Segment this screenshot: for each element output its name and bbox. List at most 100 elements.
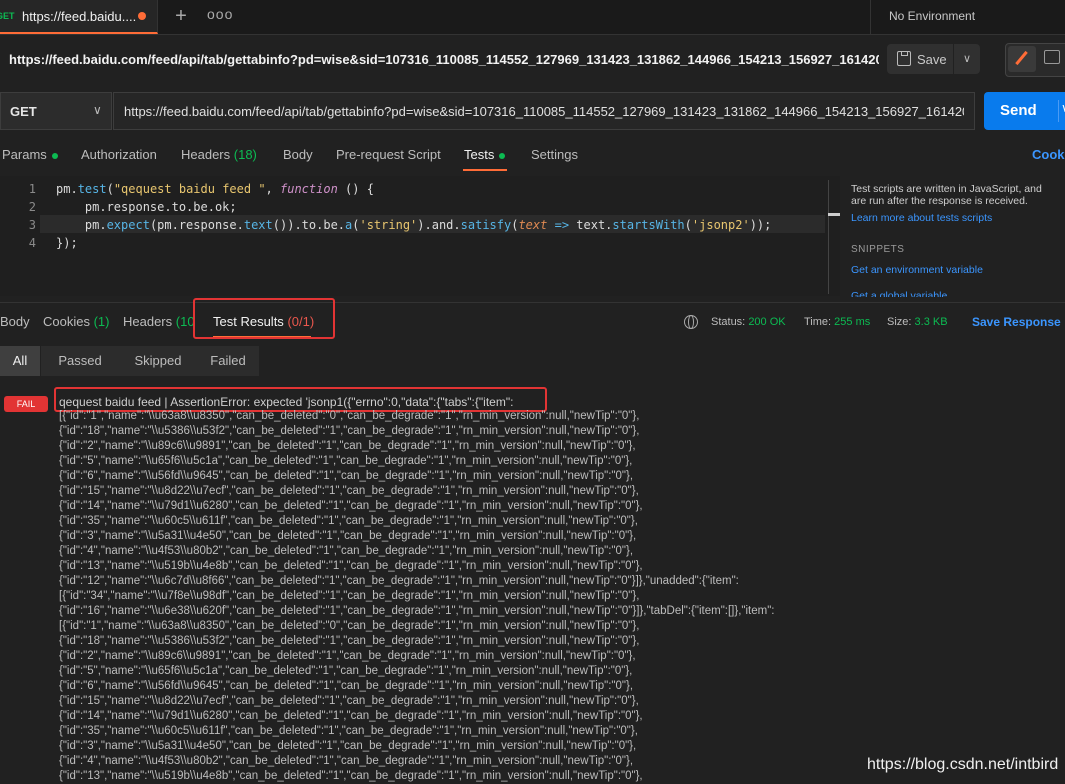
save-icon [897, 51, 911, 66]
tab-tests-label: Tests [464, 147, 495, 162]
annotation-highlight-box [193, 298, 335, 339]
tab-params[interactable]: Params [2, 147, 58, 162]
editor-scrollbar[interactable] [828, 180, 829, 294]
request-name[interactable]: https://feed.baidu.com/feed/api/tab/gett… [9, 52, 879, 67]
res-tab-body[interactable]: Body [0, 314, 30, 329]
status-info: Status: 200 OK [711, 316, 786, 328]
save-response-button[interactable]: Save Response [972, 315, 1061, 329]
assertion-line: {"id":"35","name":"\\u60c5\\u611f","can_… [59, 725, 638, 737]
assertion-line: {"id":"15","name":"\\u8d22\\u7ecf","can_… [59, 485, 639, 497]
active-tab-indicator [463, 169, 507, 171]
new-tab-button[interactable]: + [168, 4, 194, 28]
assertion-line: {"id":"6","name":"\\u56fd\\u9645","can_b… [59, 680, 634, 692]
save-options-chevron-down-icon[interactable]: ∨ [954, 44, 980, 74]
size-label: Size: [887, 316, 912, 328]
url-input[interactable] [113, 92, 975, 130]
tab-tests[interactable]: Tests [464, 147, 506, 162]
tab-settings[interactable]: Settings [531, 147, 578, 162]
save-label: Save [917, 52, 947, 67]
globe-icon[interactable] [684, 315, 698, 329]
filter-failed[interactable]: Failed [197, 346, 259, 376]
res-tab-headers-label: Headers [123, 314, 173, 329]
res-tab-headers-count: (10 [175, 314, 195, 329]
snippet-link[interactable]: Get an environment variable [851, 264, 983, 276]
size-value: 3.3 KB [914, 316, 948, 328]
request-tab[interactable]: GET https://feed.baidu.... [0, 0, 158, 34]
assertion-line: {"id":"4","name":"\\u4f53\\u80b2","can_b… [59, 545, 634, 557]
assertion-line: {"id":"13","name":"\\u519b\\u4e8b","can_… [59, 560, 643, 572]
tab-params-label: Params [2, 147, 47, 162]
test-result-title: qequest baidu feed | AssertionError: exp… [59, 395, 514, 409]
more-tabs-icon[interactable]: ooo [207, 6, 233, 22]
status-label: Status: [711, 316, 746, 328]
assertion-line: [{"id":"34","name":"\\u7f8e\\u98df","can… [59, 590, 640, 602]
status-value: 200 OK [748, 316, 786, 328]
line-number: 3 [28, 218, 36, 232]
assertion-line: {"id":"12","name":"\\u6c7d\\u8f66","can_… [59, 575, 739, 587]
scrollbar-marker [828, 213, 840, 216]
assertion-line: {"id":"3","name":"\\u5a31\\u4e50","can_b… [59, 740, 637, 752]
tab-method-label: GET [0, 11, 15, 21]
assertion-line: {"id":"6","name":"\\u56fd\\u9645","can_b… [59, 470, 634, 482]
assertion-message: [{"id":"1","name":"\\u63a8\\u8350","can_… [59, 409, 1059, 784]
assertion-line: {"id":"14","name":"\\u79d1\\u6280","can_… [59, 500, 643, 512]
code-line[interactable]: }); [56, 236, 78, 250]
assertion-line: {"id":"15","name":"\\u8d22\\u7ecf","can_… [59, 695, 639, 707]
send-options-chevron-down-icon[interactable]: ∨ [1061, 101, 1065, 115]
learn-more-link[interactable]: Learn more about tests scripts [851, 212, 992, 224]
time-info: Time: 255 ms [804, 316, 870, 328]
snippet-link[interactable]: Get a global variable [851, 290, 947, 297]
assertion-line: [{"id":"1","name":"\\u63a8\\u8350","can_… [59, 620, 640, 632]
filter-all[interactable]: All [0, 346, 40, 376]
assertion-line: {"id":"14","name":"\\u79d1\\u6280","can_… [59, 710, 643, 722]
params-status-dot-icon [51, 152, 58, 159]
save-button[interactable]: Save [887, 44, 953, 74]
filter-passed[interactable]: Passed [41, 346, 119, 376]
res-tab-cookies[interactable]: Cookies (1) [43, 314, 109, 329]
fail-badge: FAIL [4, 396, 48, 412]
pane-divider[interactable] [0, 302, 1065, 303]
size-info: Size: 3.3 KB [887, 316, 948, 328]
res-tab-headers[interactable]: Headers (10 [123, 314, 195, 329]
tab-headers[interactable]: Headers (18) [181, 147, 257, 162]
environment-selector[interactable]: No Environment [870, 0, 1065, 34]
method-select[interactable]: GET ∨ [0, 92, 112, 130]
assertion-line: {"id":"18","name":"\\u5386\\u53f2","can_… [59, 425, 640, 437]
send-button[interactable]: Send ∨ [984, 92, 1065, 130]
assertion-line: {"id":"5","name":"\\u65f6\\u5c1a","can_b… [59, 455, 633, 467]
code-line[interactable]: pm.expect(pm.response.text()).to.be.a('s… [56, 218, 771, 232]
edit-mode-pencil-icon[interactable] [1008, 46, 1036, 72]
tab-authorization[interactable]: Authorization [81, 147, 157, 162]
res-tab-cookies-count: (1) [93, 314, 110, 329]
line-number: 2 [28, 200, 36, 214]
method-label: GET [10, 104, 37, 119]
assertion-line: {"id":"3","name":"\\u5a31\\u4e50","can_b… [59, 530, 637, 542]
res-tab-cookies-label: Cookies [43, 314, 90, 329]
time-label: Time: [804, 316, 832, 328]
assertion-line: {"id":"2","name":"\\u89c6\\u9891","can_b… [59, 440, 636, 452]
assertion-line: {"id":"16","name":"\\u6e38\\u620f","can_… [59, 605, 775, 617]
watermark: https://blog.csdn.net/intbird [867, 756, 1059, 773]
assertion-line: {"id":"18","name":"\\u5386\\u53f2","can_… [59, 635, 640, 647]
code-line[interactable]: pm.test("qequest baidu feed ", function … [56, 182, 374, 196]
tab-prerequest-script[interactable]: Pre-request Script [336, 147, 441, 162]
filter-skipped[interactable]: Skipped [119, 346, 197, 376]
send-label: Send [1000, 102, 1037, 119]
line-number: 1 [28, 182, 36, 196]
cookies-link[interactable]: Cooki [1032, 147, 1065, 162]
tests-description: Test scripts are written in JavaScript, … [851, 183, 1042, 207]
tab-headers-label: Headers [181, 147, 231, 162]
time-value: 255 ms [834, 316, 871, 328]
comment-mode-icon[interactable] [1044, 50, 1060, 64]
tab-title: https://feed.baidu.... [22, 9, 137, 24]
tab-body[interactable]: Body [283, 147, 313, 162]
chevron-down-icon: ∨ [93, 103, 102, 117]
line-number: 4 [28, 236, 36, 250]
snippets-heading: SNIPPETS [851, 244, 905, 255]
tab-headers-count: (18) [233, 147, 257, 162]
assertion-line: {"id":"35","name":"\\u60c5\\u611f","can_… [59, 515, 638, 527]
code-line[interactable]: pm.response.to.be.ok; [56, 200, 237, 214]
assertion-line: {"id":"2","name":"\\u89c6\\u9891","can_b… [59, 650, 636, 662]
environment-label: No Environment [889, 9, 976, 23]
assertion-line: [{"id":"1","name":"\\u63a8\\u8350","can_… [59, 410, 640, 422]
